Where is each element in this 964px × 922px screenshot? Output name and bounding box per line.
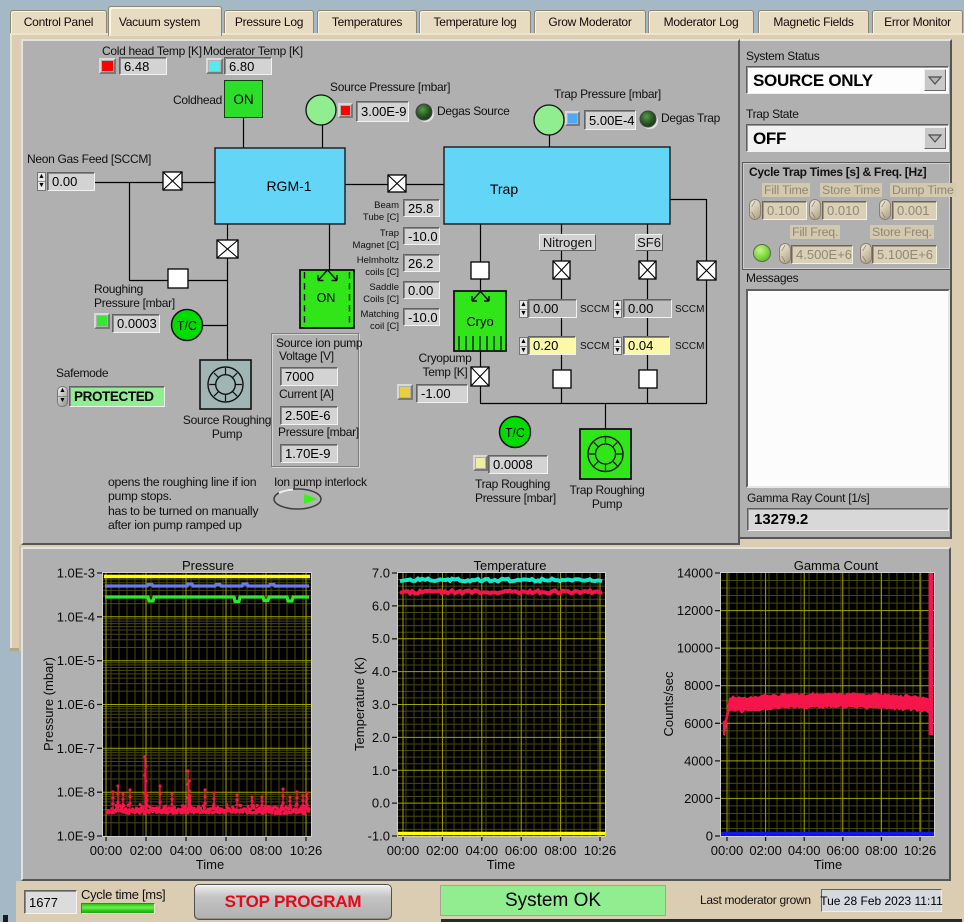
svg-text:04:00: 04:00 [170, 843, 203, 858]
svg-text:06:00: 06:00 [505, 843, 538, 858]
svg-text:Gamma Count: Gamma Count [794, 558, 879, 573]
svg-text:06:00: 06:00 [827, 843, 860, 858]
svg-text:1.0E-5: 1.0E-5 [57, 653, 95, 668]
svg-text:Temperature (K): Temperature (K) [352, 657, 367, 751]
svg-text:08:00: 08:00 [865, 843, 898, 858]
svg-text:0: 0 [706, 829, 713, 844]
svg-text:Pressure: Pressure [182, 558, 234, 573]
svg-text:4000: 4000 [684, 753, 713, 768]
svg-text:00:00: 00:00 [90, 843, 123, 858]
svg-text:00:00: 00:00 [711, 843, 744, 858]
svg-text:1.0E-7: 1.0E-7 [57, 741, 95, 756]
svg-text:4.0: 4.0 [372, 664, 390, 679]
svg-text:14000: 14000 [677, 566, 713, 581]
svg-text:1.0E-6: 1.0E-6 [57, 697, 95, 712]
svg-text:1.0: 1.0 [372, 763, 390, 778]
svg-text:6000: 6000 [684, 716, 713, 731]
svg-text:0.0: 0.0 [372, 796, 390, 811]
svg-text:RGM-1: RGM-1 [266, 178, 311, 194]
svg-text:Time: Time [487, 857, 515, 872]
svg-text:ON: ON [317, 291, 336, 305]
svg-text:3.0: 3.0 [372, 697, 390, 712]
svg-text:Time: Time [814, 857, 842, 872]
svg-text:T/C: T/C [177, 319, 197, 333]
svg-text:Time: Time [196, 857, 224, 872]
svg-text:10:26: 10:26 [904, 843, 937, 858]
svg-text:00:00: 00:00 [387, 843, 420, 858]
svg-text:Temperature: Temperature [474, 558, 547, 573]
svg-text:8000: 8000 [684, 678, 713, 693]
svg-text:7.0: 7.0 [372, 566, 390, 581]
svg-text:02:00: 02:00 [426, 843, 459, 858]
svg-text:08:00: 08:00 [250, 843, 283, 858]
svg-text:12000: 12000 [677, 603, 713, 618]
svg-text:04:00: 04:00 [466, 843, 499, 858]
svg-text:1.0E-3: 1.0E-3 [57, 566, 95, 581]
svg-text:08:00: 08:00 [544, 843, 577, 858]
svg-text:10000: 10000 [677, 641, 713, 656]
svg-text:6.0: 6.0 [372, 598, 390, 613]
svg-text:Counts/sec: Counts/sec [661, 671, 676, 737]
svg-text:04:00: 04:00 [788, 843, 821, 858]
svg-text:1.0E-8: 1.0E-8 [57, 785, 95, 800]
svg-text:-1.0: -1.0 [368, 829, 390, 844]
svg-text:1.0E-4: 1.0E-4 [57, 609, 95, 624]
svg-text:10:26: 10:26 [290, 843, 323, 858]
svg-text:1.0E-9: 1.0E-9 [57, 829, 95, 844]
svg-text:02:00: 02:00 [130, 843, 163, 858]
svg-text:Cryo: Cryo [466, 314, 493, 329]
svg-text:Trap: Trap [490, 181, 518, 197]
svg-text:2.0: 2.0 [372, 730, 390, 745]
svg-text:Pressure (mbar): Pressure (mbar) [41, 657, 56, 751]
svg-text:02:00: 02:00 [749, 843, 782, 858]
svg-text:5.0: 5.0 [372, 631, 390, 646]
svg-text:2000: 2000 [684, 791, 713, 806]
svg-text:10:26: 10:26 [584, 843, 617, 858]
svg-text:06:00: 06:00 [210, 843, 243, 858]
svg-text:T/C: T/C [505, 426, 525, 440]
